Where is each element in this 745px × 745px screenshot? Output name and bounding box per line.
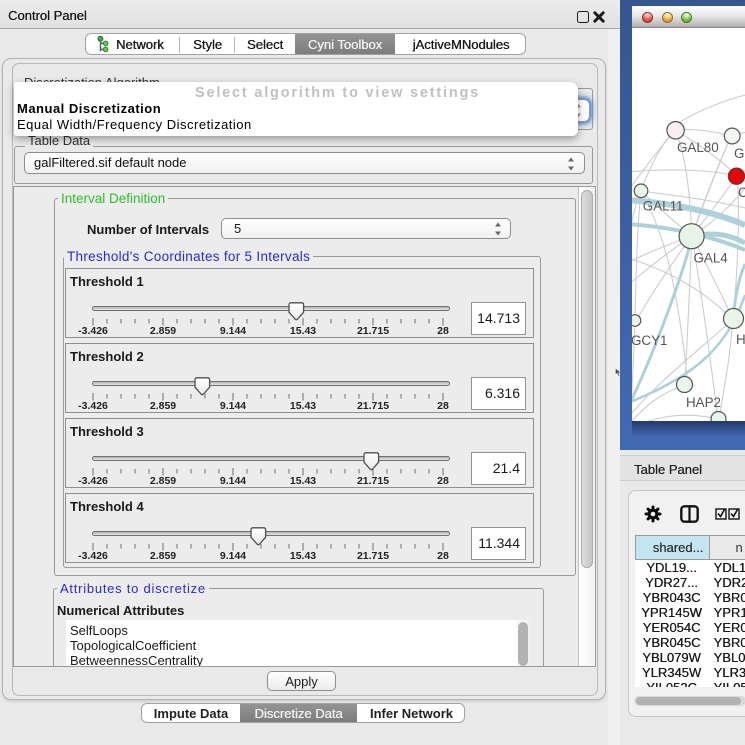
svg-text:C: C bbox=[738, 185, 745, 200]
svg-text:HAP2: HAP2 bbox=[686, 395, 721, 410]
svg-text:G.: G. bbox=[734, 146, 745, 161]
svg-text:H: H bbox=[736, 332, 745, 347]
svg-text:GAL4: GAL4 bbox=[694, 251, 729, 266]
svg-text:GAL11: GAL11 bbox=[643, 199, 684, 214]
svg-text:GAL80: GAL80 bbox=[677, 140, 719, 155]
svg-text:GCY1: GCY1 bbox=[632, 333, 667, 348]
